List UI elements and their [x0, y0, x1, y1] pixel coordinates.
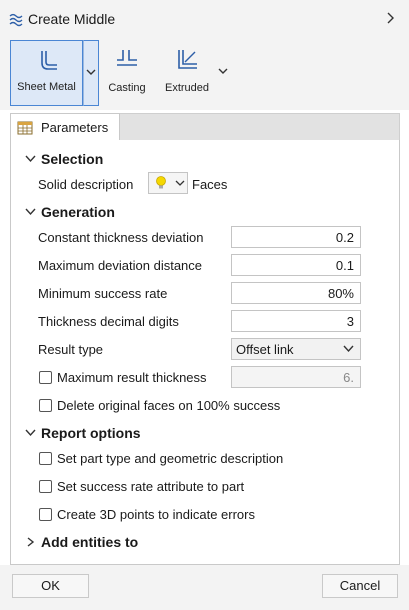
window-title: Create Middle	[28, 11, 116, 27]
maximum-deviation-distance-label: Maximum deviation distance	[38, 258, 203, 273]
chevron-down-icon	[25, 155, 36, 163]
sheet-metal-button[interactable]: Sheet Metal	[10, 40, 83, 106]
minimum-success-rate-label: Minimum success rate	[38, 286, 168, 301]
checkbox-box[interactable]	[39, 452, 52, 465]
lightbulb-icon	[156, 176, 166, 189]
tab-bar: Parameters	[10, 113, 400, 141]
set-success-rate-label: Set success rate attribute to part	[57, 479, 245, 494]
title-bar: Create Middle	[0, 0, 409, 38]
chevron-down-icon[interactable]	[216, 66, 230, 78]
extruded-button[interactable]: Extruded	[160, 40, 214, 106]
chevron-right-icon[interactable]	[383, 10, 397, 26]
cancel-button[interactable]: Cancel	[322, 574, 398, 598]
solid-description-picker[interactable]	[148, 172, 188, 194]
app-icon	[9, 13, 23, 27]
section-selection-title: Selection	[41, 151, 104, 167]
chevron-right-icon	[27, 537, 35, 547]
maximum-result-thickness-label: Maximum result thickness	[57, 370, 207, 385]
delete-original-faces-checkbox[interactable]: Delete original faces on 100% success	[39, 398, 319, 414]
section-generation-title: Generation	[41, 204, 115, 220]
chevron-down-icon	[25, 429, 36, 437]
set-part-type-label: Set part type and geometric description	[57, 451, 284, 466]
chevron-down-icon	[175, 180, 185, 186]
maximum-deviation-distance-input[interactable]	[231, 254, 361, 276]
chevron-down-icon	[25, 208, 36, 216]
dialog-footer: OK Cancel	[0, 565, 409, 610]
extruded-icon	[178, 50, 197, 69]
maximum-result-thickness-input	[231, 366, 361, 388]
section-report-options-title: Report options	[41, 425, 141, 441]
delete-original-faces-label: Delete original faces on 100% success	[57, 398, 281, 413]
table-icon	[17, 121, 33, 135]
minimum-success-rate-input[interactable]	[231, 282, 361, 304]
sheet-metal-label: Sheet Metal	[17, 81, 76, 93]
thickness-decimal-digits-input[interactable]	[231, 310, 361, 332]
tab-strip	[119, 113, 400, 140]
constant-thickness-deviation-input[interactable]	[231, 226, 361, 248]
result-type-select[interactable]: Offset link	[231, 338, 361, 360]
result-type-value: Offset link	[236, 342, 294, 357]
create-3d-points-checkbox[interactable]: Create 3D points to indicate errors	[39, 507, 299, 523]
chevron-down-icon	[343, 345, 354, 353]
parameters-panel: Selection Solid description Faces Genera…	[10, 140, 400, 565]
create-3d-points-label: Create 3D points to indicate errors	[57, 507, 255, 522]
sheet-metal-dropdown[interactable]	[83, 40, 99, 106]
extruded-label: Extruded	[164, 82, 210, 94]
casting-label: Casting	[108, 82, 146, 94]
maximum-result-thickness-checkbox[interactable]: Maximum result thickness	[39, 370, 229, 386]
sheet-metal-icon	[41, 51, 57, 70]
tab-parameters[interactable]: Parameters	[10, 113, 120, 141]
ok-button[interactable]: OK	[12, 574, 89, 598]
set-success-rate-checkbox[interactable]: Set success rate attribute to part	[39, 479, 289, 495]
section-add-entities-title: Add entities to	[41, 534, 139, 550]
thickness-decimal-digits-label: Thickness decimal digits	[38, 314, 179, 329]
tab-parameters-label: Parameters	[41, 120, 109, 135]
solid-description-value: Faces	[192, 177, 228, 192]
casting-button[interactable]: Casting	[103, 40, 151, 106]
checkbox-box[interactable]	[39, 399, 52, 412]
chevron-down-icon	[86, 69, 96, 75]
casting-icon	[117, 50, 137, 66]
toolbar: Sheet Metal Casting Extruded	[0, 38, 409, 110]
checkbox-box[interactable]	[39, 480, 52, 493]
set-part-type-checkbox[interactable]: Set part type and geometric description	[39, 451, 329, 467]
constant-thickness-deviation-label: Constant thickness deviation	[38, 230, 204, 245]
result-type-label: Result type	[38, 342, 104, 357]
checkbox-box[interactable]	[39, 371, 52, 384]
checkbox-box[interactable]	[39, 508, 52, 521]
solid-description-label: Solid description	[38, 177, 134, 192]
